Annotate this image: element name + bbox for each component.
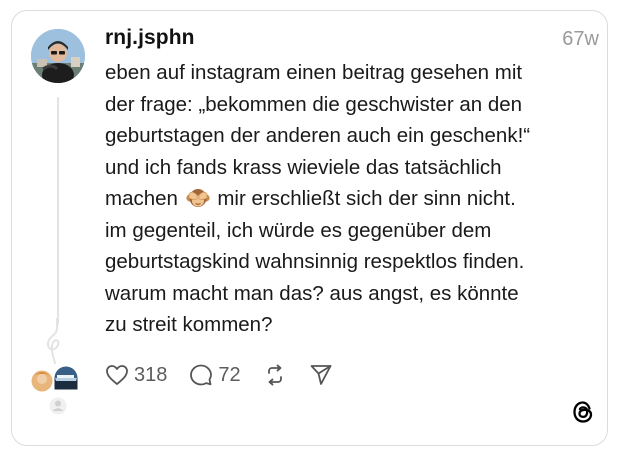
repost-button[interactable]	[263, 363, 287, 387]
post-text-line: geburtstagskind wahnsinnig respektlos fi…	[105, 250, 525, 273]
user-avatar[interactable]	[31, 29, 85, 83]
thread-line	[57, 97, 59, 325]
post-text-line: der frage: „bekommen die geschwister an …	[105, 92, 523, 116]
speech-bubble-icon	[190, 364, 213, 386]
post-text-line: eben auf instagram einen beitrag gesehen…	[105, 61, 523, 84]
reply-button[interactable]: 72	[189, 363, 241, 387]
see-no-evil-monkey-icon	[186, 189, 210, 207]
post-text-line: geburtstagen der anderen auch ein gesche…	[105, 124, 531, 147]
post-timestamp: 67w	[562, 28, 599, 50]
reply-avatars[interactable]	[29, 366, 89, 428]
post-text-fragment: mir erschließt sich der sinn nicht.	[217, 187, 516, 210]
post-text-line: zu streit kommen?	[105, 313, 273, 336]
action-bar: 318 72	[105, 360, 355, 390]
repost-icon	[267, 364, 282, 386]
like-count: 318	[134, 363, 168, 386]
threads-logo-icon	[573, 401, 593, 423]
username[interactable]: rnj.jsphn	[105, 26, 195, 50]
share-button[interactable]	[309, 363, 333, 387]
reply-count: 72	[218, 363, 241, 386]
heart-icon	[106, 365, 128, 385]
thread-loop-icon	[46, 318, 60, 364]
send-icon	[310, 365, 332, 385]
post-text-line: warum macht man das? aus angst, es könnt…	[105, 281, 519, 305]
post-text: eben auf instagram einen beitrag gesehen…	[105, 57, 585, 341]
post-text-line: und ich fands krass wieviele das tatsäch…	[105, 155, 502, 179]
like-button[interactable]: 318	[105, 364, 167, 387]
avatar-photo	[31, 29, 85, 83]
post-text-line: im gegenteil, ich würde es gegenüber dem	[105, 218, 492, 242]
post-text-line-with-emoji: machen mir erschließt sich der sinn nich…	[105, 183, 585, 215]
post-text-fragment: machen	[105, 187, 178, 210]
